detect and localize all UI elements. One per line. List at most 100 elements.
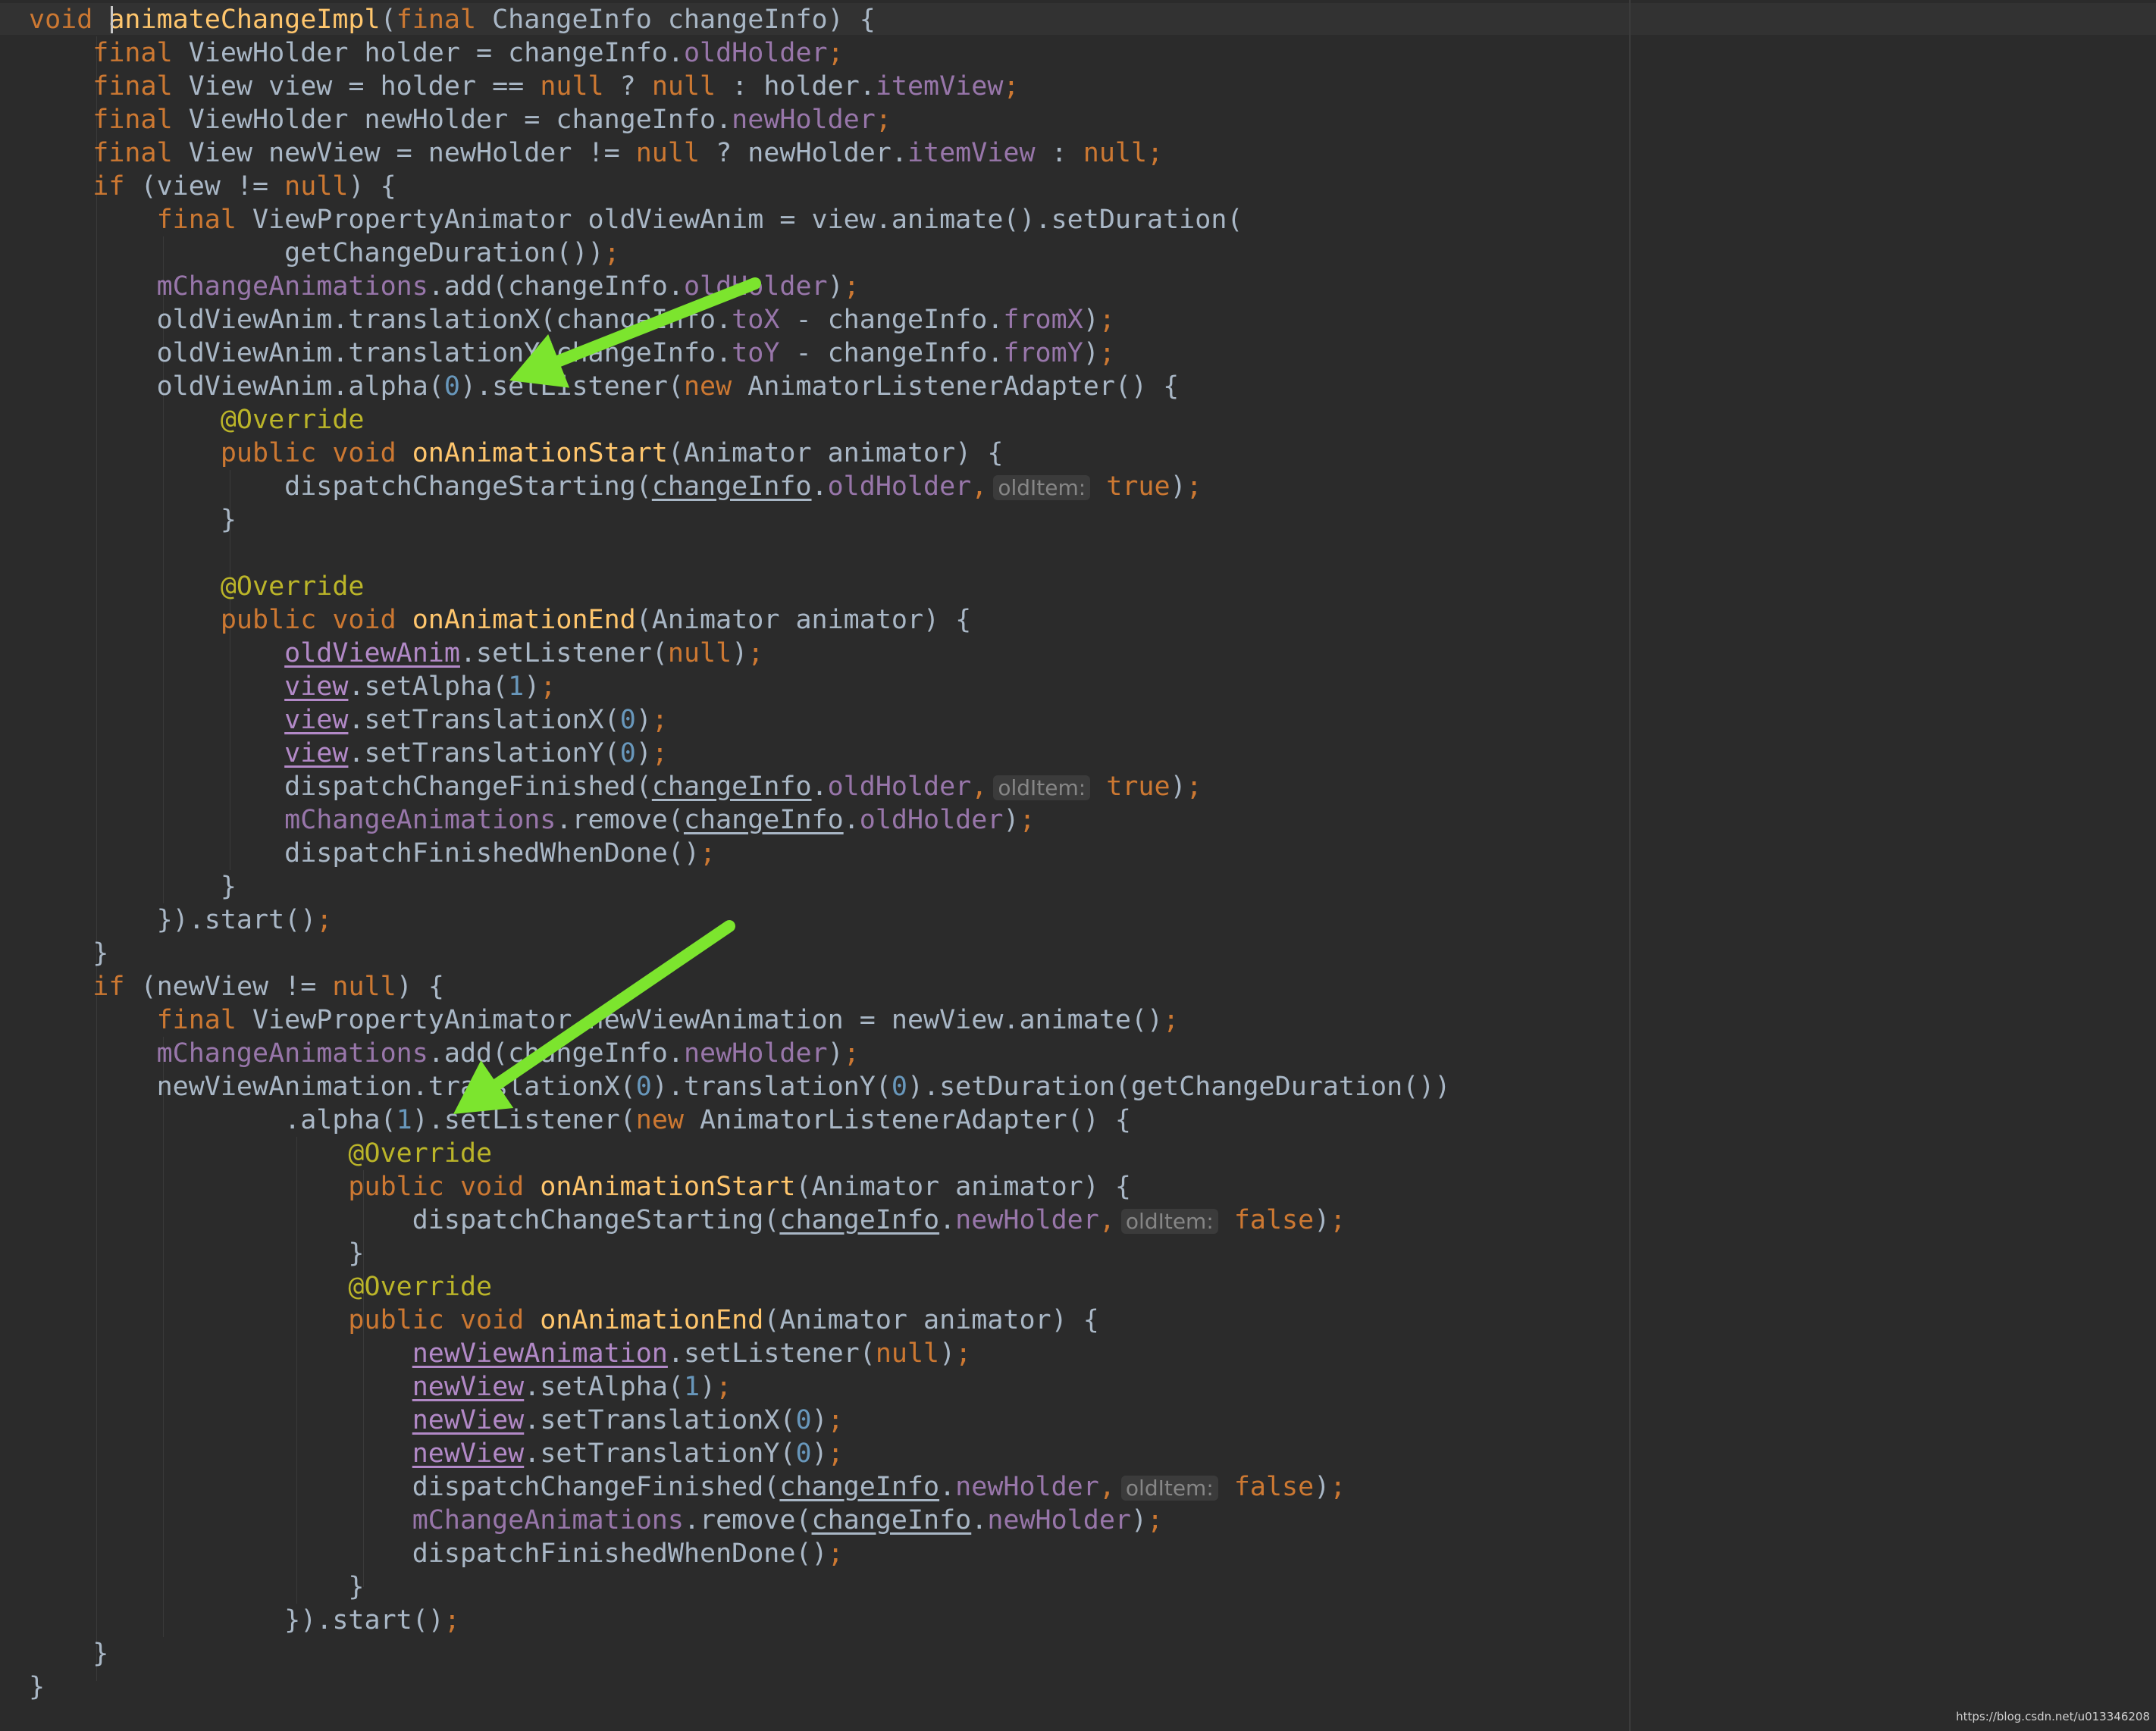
code-token: changeInfo [811, 1505, 972, 1535]
text-caret [111, 6, 113, 33]
code-line[interactable]: mChangeAnimations.add(changeInfo.oldHold… [29, 270, 860, 303]
code-token: .add(changeInfo. [428, 1038, 684, 1069]
code-token: ? newHolder. [716, 138, 907, 168]
code-line[interactable]: } [29, 937, 108, 970]
code-token: null [667, 638, 732, 668]
code-line[interactable]: dispatchFinishedWhenDone(); [29, 1537, 844, 1570]
code-line[interactable]: } [29, 1670, 45, 1704]
code-line[interactable]: oldViewAnim.translationX(changeInfo.toX … [29, 303, 1115, 336]
code-line[interactable]: if (newView != null) { [29, 970, 444, 1003]
code-line[interactable]: view.setAlpha(1); [29, 670, 556, 703]
code-token: } [29, 505, 237, 535]
code-line[interactable]: public void onAnimationEnd(Animator anim… [29, 603, 971, 637]
code-line[interactable]: final ViewPropertyAnimator newViewAnimat… [29, 1003, 1180, 1037]
code-token: changeInfo [779, 1472, 940, 1502]
code-token: .setTranslationX( [348, 705, 620, 735]
code-token: 0 [795, 1405, 812, 1435]
code-token: ; [700, 838, 716, 869]
code-token: }).start() [29, 1605, 444, 1636]
code-line[interactable]: public void onAnimationStart(Animator an… [29, 1170, 1131, 1204]
code-line[interactable]: public void onAnimationEnd(Animator anim… [29, 1304, 1099, 1337]
code-line[interactable]: newView.setAlpha(1); [29, 1370, 732, 1404]
code-line[interactable]: newViewAnimation.setListener(null); [29, 1337, 972, 1370]
code-line[interactable]: } [29, 1237, 364, 1270]
code-token: (Animator animator) { [667, 438, 1004, 468]
code-line[interactable]: final View newView = newHolder != null ?… [29, 136, 1163, 170]
code-token: } [29, 872, 237, 902]
code-line[interactable]: newViewAnimation.translationX(0).transla… [29, 1070, 1451, 1103]
code-token: : [1051, 138, 1083, 168]
code-line[interactable]: mChangeAnimations.add(changeInfo.newHold… [29, 1037, 860, 1070]
code-line[interactable]: view.setTranslationY(0); [29, 737, 668, 770]
code-line[interactable]: mChangeAnimations.remove(changeInfo.oldH… [29, 803, 1036, 837]
code-line[interactable]: @Override [29, 570, 365, 603]
parameter-hint: oldItem: [1120, 1209, 1218, 1234]
code-token: newView [412, 1405, 525, 1435]
code-token: newHolder [987, 1505, 1131, 1535]
code-token: if [29, 972, 141, 1002]
code-token: toY [732, 338, 796, 368]
code-token: (Animator animator) { [763, 1305, 1099, 1335]
code-token: View view = holder == [188, 71, 541, 102]
code-line[interactable]: final ViewHolder newHolder = changeInfo.… [29, 103, 892, 136]
code-token: mChangeAnimations [29, 805, 556, 835]
code-line[interactable]: @Override [29, 1137, 492, 1170]
code-line[interactable]: dispatchChangeStarting(changeInfo.oldHol… [29, 470, 1202, 503]
code-token: .setTranslationX( [524, 1405, 796, 1435]
code-line[interactable]: final ViewPropertyAnimator oldViewAnim =… [29, 203, 1243, 236]
code-line[interactable]: .alpha(1).setListener(new AnimatorListen… [29, 1103, 1131, 1137]
code-line[interactable]: final View view = holder == null ? null … [29, 70, 1019, 103]
code-line[interactable]: void animateChangeImpl(final ChangeInfo … [29, 3, 876, 36]
code-token: oldHolder [827, 772, 972, 802]
code-line[interactable]: getChangeDuration()); [29, 236, 620, 270]
code-line[interactable]: final ViewHolder holder = changeInfo.old… [29, 36, 843, 70]
code-line[interactable]: }).start(); [29, 1604, 460, 1637]
code-token: newHolder [955, 1205, 1099, 1235]
code-token: ) [939, 1338, 956, 1369]
code-token: changeInfo [779, 1205, 940, 1235]
code-token: .remove( [683, 1505, 812, 1535]
code-token: ; [443, 1605, 460, 1636]
code-token: ; [1019, 805, 1036, 835]
code-token: oldViewAnim.alpha( [29, 371, 444, 402]
code-token: ; [316, 905, 333, 935]
code-token: changeInfo [651, 471, 812, 502]
code-line[interactable]: @Override [29, 403, 365, 437]
code-token: oldViewAnim.translationY(changeInfo. [29, 338, 732, 368]
code-line[interactable]: if (view != null) { [29, 170, 396, 203]
code-line[interactable]: newView.setTranslationX(0); [29, 1404, 844, 1437]
code-token: } [29, 938, 109, 969]
code-line[interactable]: } [29, 503, 237, 537]
code-line[interactable]: public void onAnimationStart(Animator an… [29, 437, 1004, 470]
code-line[interactable]: @Override [29, 1270, 492, 1304]
code-token: null [284, 171, 349, 202]
code-line[interactable]: } [29, 1637, 108, 1670]
code-token: changeInfo [651, 772, 812, 802]
code-token: ; [1147, 1505, 1164, 1535]
code-token: public void [29, 1305, 541, 1335]
code-line[interactable]: } [29, 1570, 364, 1604]
code-token: newHolder [732, 105, 876, 135]
code-line[interactable]: }).start(); [29, 903, 333, 937]
code-token: void [29, 5, 109, 35]
code-line[interactable]: dispatchChangeFinished(changeInfo.newHol… [29, 1470, 1346, 1504]
code-token: oldViewAnim [284, 638, 460, 668]
code-line[interactable]: dispatchFinishedWhenDone(); [29, 837, 716, 870]
code-token: ).translationY( [651, 1072, 892, 1102]
code-line[interactable]: dispatchChangeStarting(changeInfo.newHol… [29, 1204, 1346, 1237]
code-line[interactable]: dispatchChangeFinished(changeInfo.oldHol… [29, 770, 1202, 803]
code-token: mChangeAnimations [29, 1038, 428, 1069]
code-token: 1 [396, 1105, 412, 1135]
code-token: ).setListener( [412, 1105, 636, 1135]
code-line[interactable]: oldViewAnim.setListener(null); [29, 637, 763, 670]
code-line[interactable]: oldViewAnim.translationY(changeInfo.toY … [29, 336, 1115, 370]
code-line[interactable]: mChangeAnimations.remove(changeInfo.newH… [29, 1504, 1163, 1537]
code-line[interactable]: view.setTranslationX(0); [29, 703, 668, 737]
code-line[interactable]: } [29, 870, 237, 903]
code-line[interactable]: newView.setTranslationY(0); [29, 1437, 844, 1470]
right-margin-guide [1629, 0, 1631, 1731]
code-line[interactable]: oldViewAnim.alpha(0).setListener(new Ani… [29, 370, 1180, 403]
code-token: ; [875, 105, 892, 135]
